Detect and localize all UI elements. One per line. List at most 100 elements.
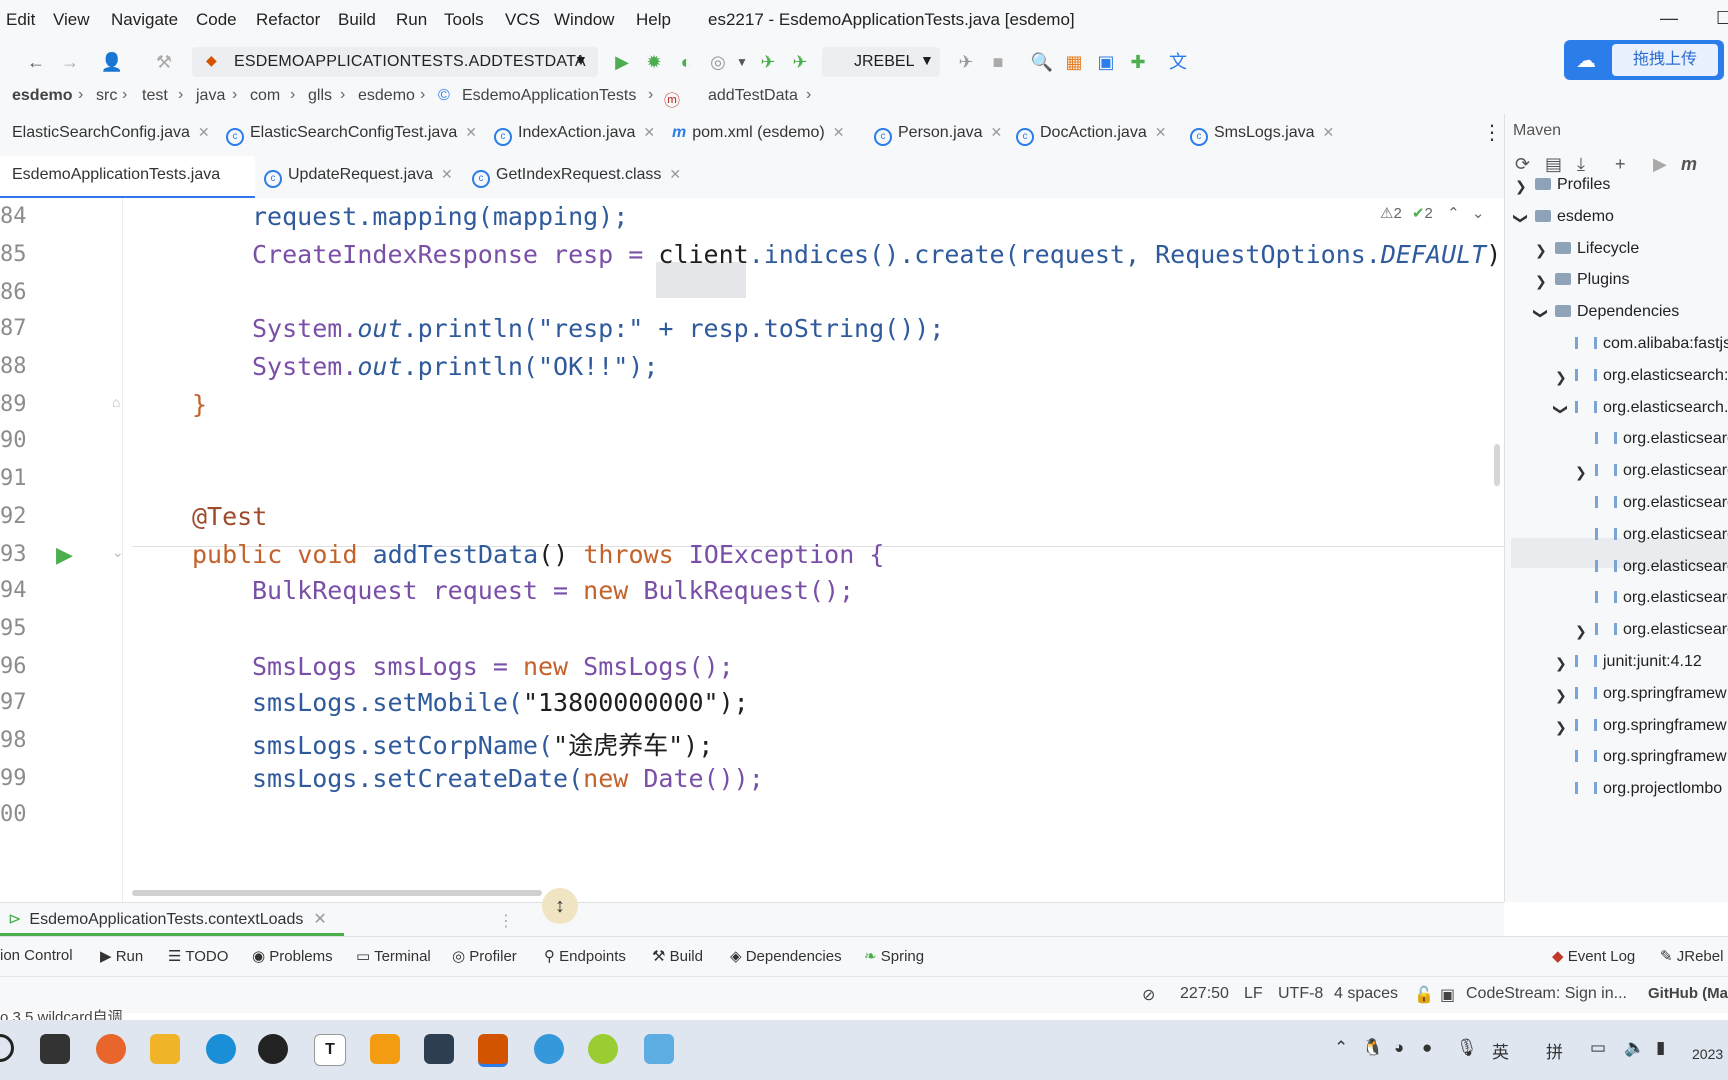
tab-elasticsearchconfig[interactable]: ElasticSearchConfig.java ✕: [12, 124, 210, 142]
app-tray-icon[interactable]: ◕: [1394, 1038, 1404, 1058]
chevron-up-icon[interactable]: ⌃: [1334, 1038, 1348, 1058]
menu-refactor[interactable]: Refactor: [256, 10, 320, 30]
maven-tree-item[interactable]: org.elasticsearc: [1595, 462, 1728, 480]
clock-year[interactable]: 2023: [1692, 1046, 1723, 1062]
forward-icon[interactable]: →: [58, 50, 82, 74]
fold-icon[interactable]: ⌄: [112, 544, 124, 561]
maven-tree-item[interactable]: org.elasticsearc: [1595, 589, 1728, 607]
update-icon[interactable]: ✈: [954, 50, 978, 74]
menu-window[interactable]: Window: [554, 10, 614, 30]
tab-getindexrequest[interactable]: c GetIndexRequest.class ✕: [472, 166, 681, 188]
tool-profiler[interactable]: ◎ Profiler: [452, 947, 517, 965]
menu-view[interactable]: View: [53, 10, 90, 30]
menu-vcs[interactable]: VCS: [505, 10, 540, 30]
chevron-down-icon[interactable]: ❯: [1532, 308, 1549, 320]
maven-tree-item[interactable]: org.elasticsearc: [1595, 430, 1728, 448]
tool-todo[interactable]: ☰ TODO: [168, 947, 228, 965]
tool-run[interactable]: ▶ Run: [100, 947, 143, 965]
network-icon[interactable]: ▭: [1590, 1038, 1606, 1058]
tab-indexaction[interactable]: c IndexAction.java ✕: [494, 124, 655, 146]
app-icon[interactable]: [424, 1034, 454, 1064]
tool-problems[interactable]: ◉ Problems: [252, 947, 333, 965]
maven-tree-item[interactable]: org.elasticsearc: [1595, 526, 1728, 544]
file-explorer-icon[interactable]: [150, 1034, 180, 1064]
maven-tree-item[interactable]: Lifecycle: [1555, 240, 1639, 258]
browser-icon[interactable]: [534, 1034, 564, 1064]
jrebel-debug-icon[interactable]: ✈: [788, 50, 812, 74]
horizontal-scrollbar[interactable]: [132, 890, 542, 896]
chevron-right-icon[interactable]: ❯: [1575, 623, 1587, 640]
app-tray-icon[interactable]: ●: [1422, 1038, 1432, 1058]
chevron-right-icon[interactable]: ❯: [1515, 178, 1527, 195]
maven-tree-item[interactable]: Profiles: [1535, 176, 1610, 194]
breadcrumb-item[interactable]: esdemo: [358, 87, 415, 105]
breadcrumb-item[interactable]: java: [196, 87, 225, 105]
chevron-down-icon[interactable]: ❯: [1552, 403, 1569, 415]
breadcrumb-item[interactable]: EsdemoApplicationTests: [462, 87, 636, 105]
chevron-down-icon[interactable]: ▼: [730, 50, 754, 74]
profile-icon[interactable]: ◎: [706, 50, 730, 74]
maven-tree-item[interactable]: org.elasticsearc: [1595, 494, 1728, 512]
maven-tree-item[interactable]: org.elasticsearch:e: [1575, 367, 1728, 385]
debug-icon[interactable]: ✹: [642, 50, 666, 74]
breadcrumb-item[interactable]: src: [96, 87, 117, 105]
settings-icon[interactable]: ▣: [1094, 50, 1118, 74]
maven-tree-item[interactable]: junit:junit:4.12: [1575, 653, 1702, 671]
chevron-right-icon[interactable]: ❯: [1555, 369, 1567, 386]
jrebel-selector[interactable]: JREBEL ▼: [822, 47, 940, 77]
menu-run[interactable]: Run: [396, 10, 427, 30]
github-status[interactable]: GitHub (Mat: [1648, 985, 1728, 1002]
file-encoding[interactable]: UTF-8: [1278, 985, 1323, 1003]
run-tab[interactable]: ⊳ EsdemoApplicationTests.contextLoads ✕: [8, 909, 327, 929]
app-icon[interactable]: [588, 1034, 618, 1064]
tool-terminal[interactable]: ▭ Terminal: [356, 947, 431, 965]
maven-tree-item[interactable]: org.elasticsearch.c: [1575, 399, 1728, 417]
breadcrumb-item[interactable]: addTestData: [708, 87, 798, 105]
vertical-scrollbar[interactable]: [1494, 444, 1500, 486]
breadcrumb-item[interactable]: com: [250, 87, 280, 105]
maven-tree-item[interactable]: Dependencies: [1555, 303, 1679, 321]
tab-docaction[interactable]: c DocAction.java ✕: [1016, 124, 1166, 146]
upload-button[interactable]: ☁ 拖拽上传: [1564, 40, 1724, 80]
maven-tree-item[interactable]: org.springframew: [1575, 748, 1727, 766]
maven-tree-item[interactable]: com.alibaba:fastjs: [1575, 335, 1728, 353]
obs-icon[interactable]: [258, 1034, 288, 1064]
tool-version-control[interactable]: ion Control: [0, 947, 73, 964]
reload-icon[interactable]: ⟳: [1515, 154, 1530, 175]
chevron-right-icon[interactable]: ❯: [1535, 242, 1547, 259]
coverage-icon[interactable]: ◐: [674, 50, 698, 74]
menu-tools[interactable]: Tools: [444, 10, 484, 30]
translate-icon[interactable]: 文: [1166, 50, 1190, 74]
tool-jrebel[interactable]: ✎ JRebel C: [1660, 947, 1728, 965]
battery-icon[interactable]: ▮: [1656, 1038, 1665, 1058]
chevron-down-icon[interactable]: ❯: [1512, 212, 1529, 224]
volume-icon[interactable]: 🔈: [1624, 1038, 1645, 1058]
tool-spring[interactable]: ❧ Spring: [864, 947, 924, 965]
input-language[interactable]: 英: [1492, 1038, 1509, 1063]
minimize-icon[interactable]: —: [1660, 8, 1678, 29]
run-test-gutter-icon[interactable]: ▶: [56, 542, 73, 568]
add-icon[interactable]: +: [1615, 154, 1626, 175]
line-separator[interactable]: LF: [1244, 985, 1263, 1003]
tool-dependencies[interactable]: ◈ Dependencies: [730, 947, 842, 965]
menu-code[interactable]: Code: [196, 10, 237, 30]
firefox-icon[interactable]: [96, 1034, 126, 1064]
chevron-right-icon[interactable]: ❯: [1555, 655, 1567, 672]
user-icon[interactable]: 👤: [100, 50, 124, 74]
maven-tree-item[interactable]: org.springframew: [1575, 717, 1727, 735]
maximize-icon[interactable]: ☐: [1716, 8, 1728, 29]
jrebel-run-icon[interactable]: ✈: [756, 50, 780, 74]
menu-build[interactable]: Build: [338, 10, 376, 30]
menu-help[interactable]: Help: [636, 10, 671, 30]
drag-handle-icon[interactable]: ⋮: [498, 911, 514, 931]
chevron-right-icon[interactable]: ❯: [1535, 273, 1547, 290]
chevron-right-icon[interactable]: ❯: [1555, 687, 1567, 704]
app-icon[interactable]: [370, 1034, 400, 1064]
back-icon[interactable]: ←: [24, 50, 48, 74]
code-editor[interactable]: ⚠2 ✔2 ⌃ ⌄ 84 85 86 87 88 89 90 91 92 93 …: [0, 198, 1504, 902]
tab-esdemoapplicationtests[interactable]: EsdemoApplicationTests.java: [12, 166, 220, 184]
start-icon[interactable]: [0, 1034, 14, 1062]
maven-tree-item[interactable]: org.elasticsearc: [1595, 621, 1728, 639]
qq-icon[interactable]: 🐧: [1362, 1038, 1383, 1058]
menu-navigate[interactable]: Navigate: [111, 10, 178, 30]
